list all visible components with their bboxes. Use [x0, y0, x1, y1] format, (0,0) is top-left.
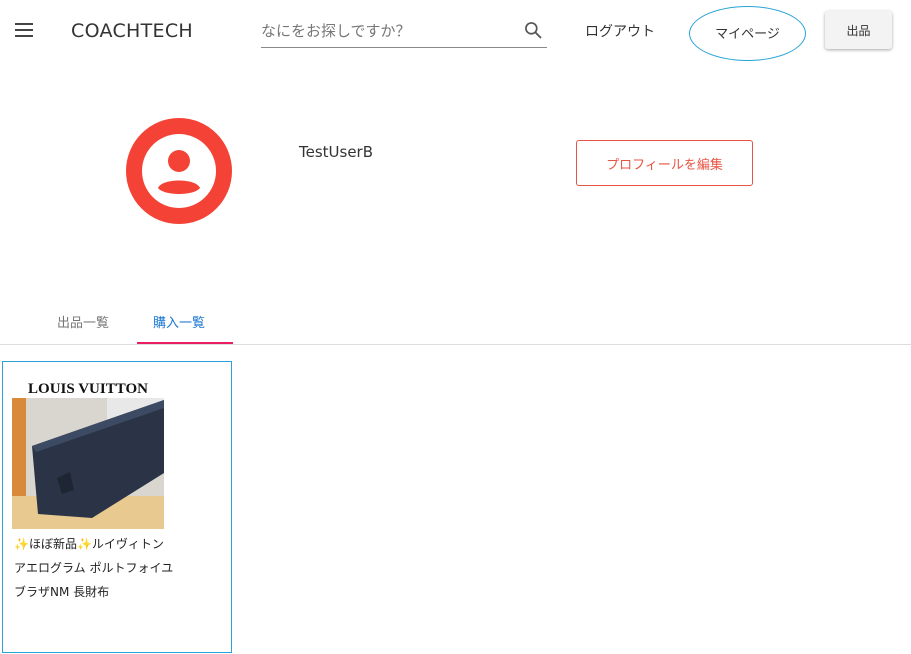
brand-logo[interactable]: COACHTECH [71, 20, 193, 42]
item-title: ✨ほぼ新品✨ルイヴィトン アエログラム ポルトフォイユ ブラザNM 長財布 [14, 537, 174, 599]
logout-link[interactable]: ログアウト [585, 21, 655, 41]
search-input[interactable] [261, 18, 511, 44]
item-card[interactable]: LOUIS VUITTON ✨ほぼ新品✨ルイヴィトン アエログラム ポルトフォイ… [2, 361, 232, 653]
search-icon[interactable] [523, 20, 543, 40]
mypage-tabs: 出品一覧 購入一覧 [0, 300, 911, 345]
sell-button[interactable]: 出品 [825, 11, 892, 49]
account-circle-icon [126, 118, 232, 224]
profile-username: TestUserB [299, 143, 374, 161]
item-image-brand-text: LOUIS VUITTON [28, 381, 148, 397]
tab-purchased-items[interactable]: 購入一覧 [153, 312, 205, 331]
mypage-label: マイページ [715, 27, 780, 42]
item-image: LOUIS VUITTON [12, 378, 164, 529]
edit-profile-button[interactable]: プロフィールを編集 [576, 140, 753, 186]
search-bar [261, 14, 547, 48]
app-header: COACHTECH ログアウト マイページ 出品 [0, 0, 911, 64]
hamburger-menu-icon[interactable] [12, 20, 38, 42]
active-tab-indicator [137, 342, 233, 344]
mypage-link[interactable]: マイページ [689, 6, 806, 61]
tab-listed-items[interactable]: 出品一覧 [57, 312, 109, 331]
